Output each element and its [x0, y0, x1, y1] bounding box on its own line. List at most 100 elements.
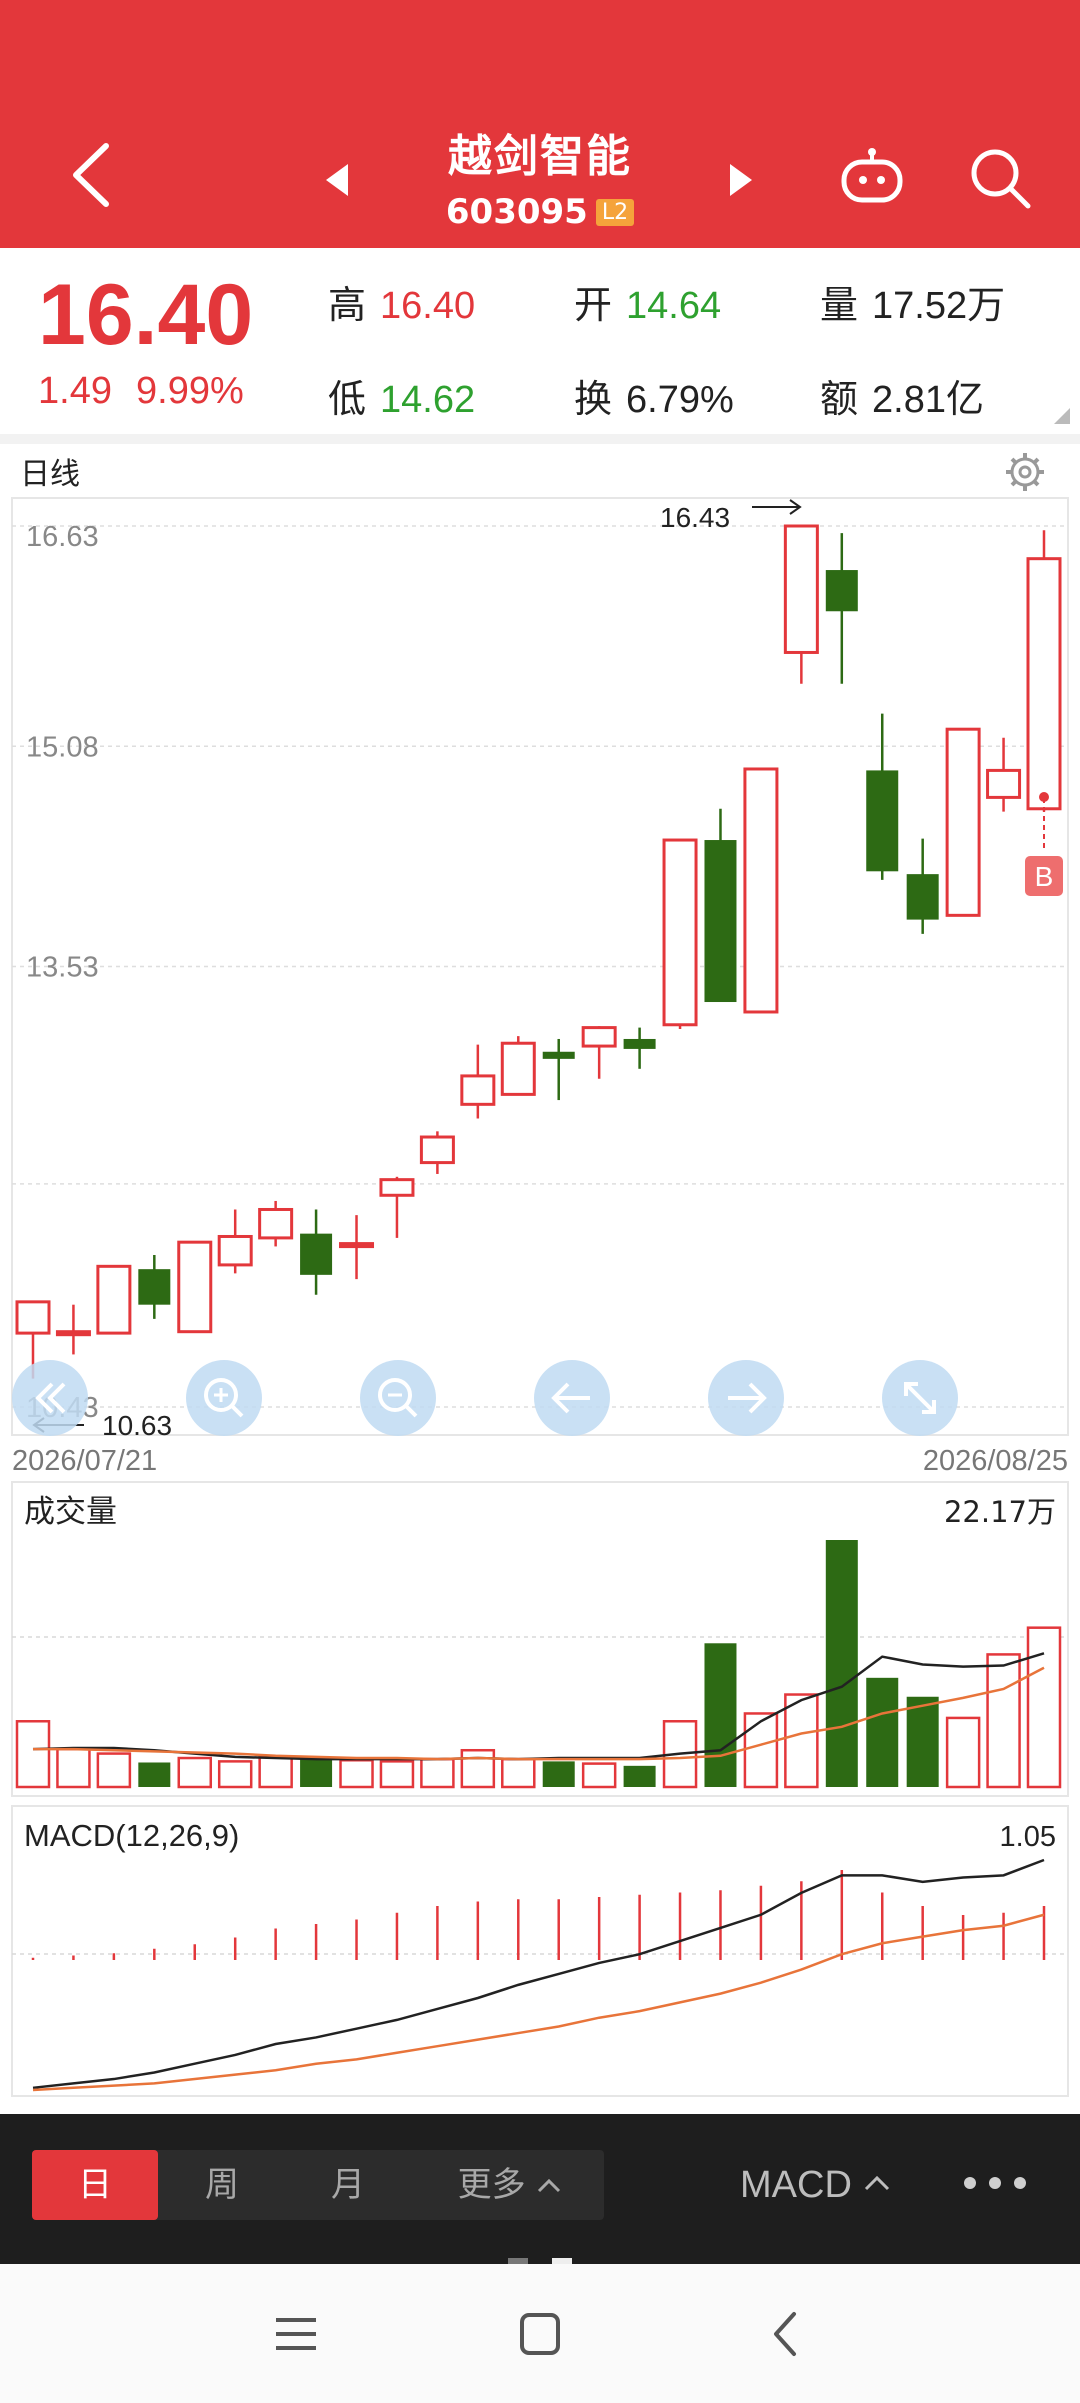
stock-chart-area[interactable]: 日线 16.6315.0813.5310.43 16.43 10.63 B 20… [0, 444, 1080, 2114]
candle [177, 1240, 213, 1334]
amount-stat: 额 2.81亿 [820, 368, 984, 423]
zoom-in-icon[interactable] [186, 1360, 262, 1436]
indicator-selector[interactable]: MACD [740, 2150, 892, 2220]
settings-gear-icon[interactable] [1006, 453, 1044, 491]
candle-body [986, 768, 1022, 799]
volume-bar [379, 1760, 415, 1789]
volume-bar [581, 1762, 617, 1789]
price-change: 1.49 [38, 370, 112, 412]
robot-assistant-icon[interactable] [840, 146, 904, 210]
volume-bar [866, 1677, 899, 1787]
candle-body [15, 1300, 51, 1335]
candle [217, 1209, 253, 1274]
candle-body [339, 1242, 375, 1249]
candle [662, 838, 698, 1030]
end-date-label: 2026/08/25 [923, 1445, 1068, 1477]
zoom-out-icon[interactable] [360, 1360, 436, 1436]
max-price-label: 16.43 [660, 502, 730, 533]
more-options-icon[interactable] [960, 2158, 1030, 2208]
chevron-up-icon [865, 2175, 890, 2191]
macd-line [32, 1913, 1045, 2092]
candle [500, 1036, 536, 1096]
volume-max-label: 22.17万 [944, 1495, 1056, 1529]
next-stock-icon[interactable] [726, 162, 756, 198]
candle [258, 1200, 294, 1247]
expand-icon[interactable] [882, 1360, 958, 1436]
level2-badge: L2 [595, 199, 635, 226]
candle-body [542, 1051, 575, 1059]
candle-body [300, 1233, 333, 1275]
candle-body [825, 570, 858, 612]
divider [0, 434, 1080, 444]
back-icon[interactable] [62, 140, 122, 210]
min-price-label: 10.63 [102, 1410, 172, 1441]
candle [783, 524, 819, 684]
candle-body [460, 1074, 496, 1106]
kline-y-axis: 16.6315.0813.5310.43 [26, 521, 99, 1424]
candle [704, 808, 737, 1003]
volume-bar [56, 1747, 91, 1789]
expand-corner-icon[interactable] [1054, 408, 1070, 424]
volume-bar [542, 1761, 575, 1787]
stock-name: 越剑智能 [448, 131, 632, 182]
tab-month[interactable]: 月 [286, 2150, 410, 2220]
volume-bar [623, 1765, 656, 1787]
candle-body [419, 1135, 455, 1165]
start-date-label: 2026/07/21 [12, 1445, 157, 1477]
turnover-stat: 换 6.79% [574, 368, 734, 423]
volume-bar [704, 1643, 737, 1787]
volume-bar [15, 1720, 51, 1789]
candle-body [138, 1269, 171, 1305]
candle-body [500, 1041, 536, 1096]
macd-lines [32, 1858, 1045, 2092]
candle [300, 1209, 333, 1295]
volume-bar [784, 1693, 819, 1789]
volume-bar [945, 1716, 981, 1789]
arrow-right-icon[interactable] [708, 1360, 784, 1436]
candle [906, 838, 939, 934]
arrow-left-icon[interactable] [534, 1360, 610, 1436]
home-icon[interactable] [510, 2306, 570, 2362]
candle-body [704, 840, 737, 1003]
high-stat: 高 16.40 [328, 274, 475, 329]
tab-day[interactable]: 日 [32, 2150, 158, 2220]
quote-panel: 16.40 1.49 9.99% 高 16.40 开 14.64 量 17.52万 低… [0, 248, 1080, 438]
candle [866, 713, 899, 880]
header-bar: 越剑智能 603095 L2 [0, 0, 1080, 248]
candle [1026, 530, 1062, 812]
back-nav-icon[interactable] [756, 2306, 816, 2362]
kline-y-tick-label: 13.53 [26, 952, 99, 984]
more-periods-button[interactable]: 更多 [430, 2150, 590, 2220]
macd-line [32, 1858, 1045, 2090]
kline-candles [15, 524, 1062, 1379]
low-stat: 低 14.62 [328, 368, 475, 423]
volume-bar [906, 1696, 939, 1787]
kline-grid [12, 525, 1068, 1408]
turnover-value: 6.79% [626, 379, 734, 421]
search-icon[interactable] [968, 146, 1032, 210]
macd-panel-title: MACD(12,26,9) [24, 1818, 239, 1853]
volume-bar [460, 1748, 496, 1789]
zoom-left-icon[interactable] [12, 1360, 88, 1436]
volume-panel-title: 成交量 [24, 1494, 117, 1530]
candle [379, 1176, 415, 1238]
volume-bar [339, 1759, 374, 1789]
volume-bar [501, 1757, 536, 1789]
stock-code-row: 603095 L2 [340, 192, 740, 232]
macd-histogram [31, 1870, 1046, 1960]
candle-body [177, 1240, 213, 1334]
low-value: 14.62 [380, 379, 476, 421]
candle [96, 1264, 132, 1335]
current-price: 16.40 [38, 267, 254, 363]
control-button-bg [186, 1360, 262, 1436]
buy-signal-label: B [1035, 861, 1054, 892]
volume-bar [986, 1653, 1021, 1789]
volume-bar [825, 1540, 858, 1787]
menu-icon[interactable] [266, 2306, 326, 2362]
candle-body [662, 838, 698, 1027]
candle [825, 533, 858, 684]
volume-bar [96, 1752, 132, 1789]
candle-body [743, 767, 779, 1014]
kline-y-tick-label: 15.08 [26, 731, 99, 763]
tab-week[interactable]: 周 [160, 2150, 284, 2220]
